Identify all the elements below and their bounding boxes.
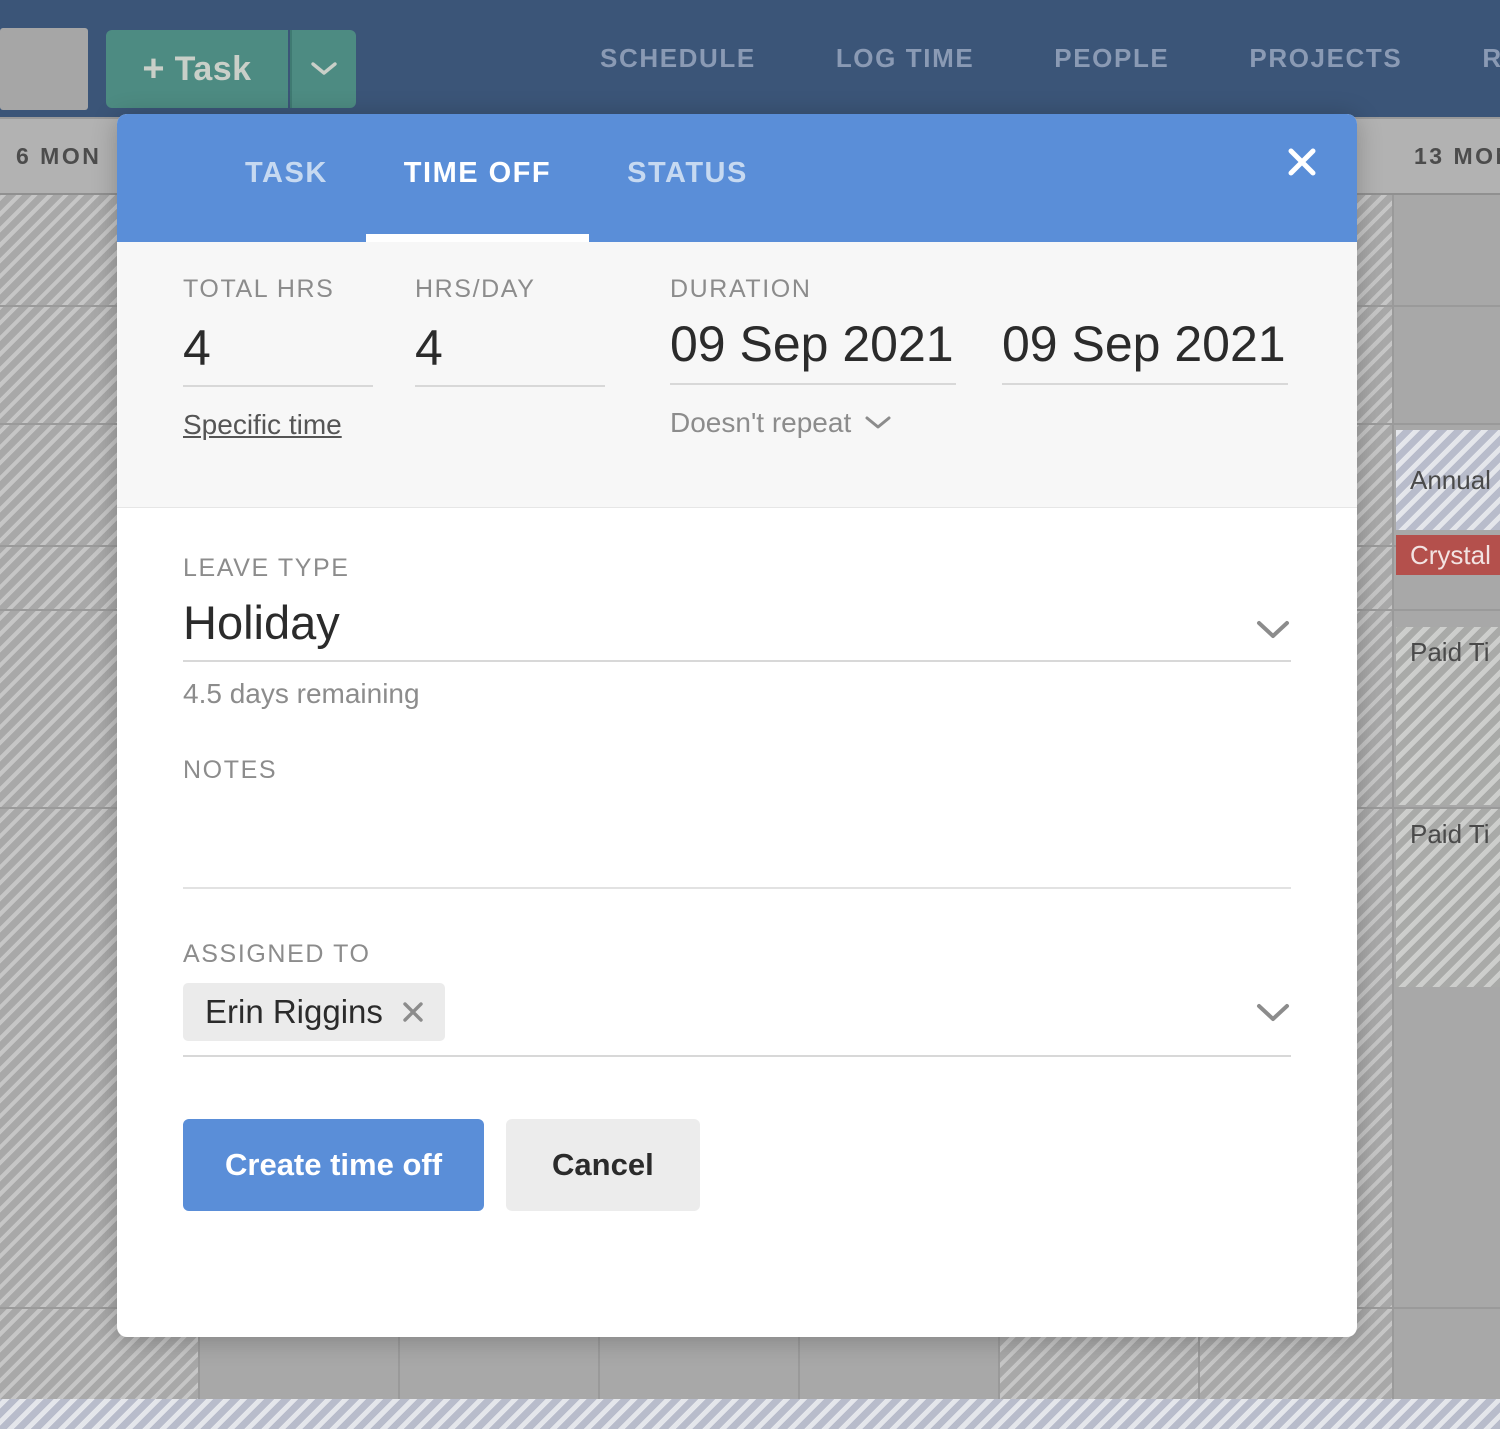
calendar-entry-label: Annual [1410, 465, 1491, 496]
close-icon[interactable] [399, 998, 427, 1026]
repeat-label: Doesn't repeat [670, 407, 851, 439]
start-date-input[interactable]: 09 Sep 2021 [670, 318, 956, 385]
chevron-down-icon [1255, 1001, 1291, 1023]
chevron-down-icon [1255, 618, 1291, 640]
chevron-down-icon [865, 415, 891, 430]
nav-items: SCHEDULE LOG TIME PEOPLE PROJECTS R [560, 0, 1500, 117]
assigned-to-section: ASSIGNED TO Erin Riggins [183, 940, 1291, 1057]
hrs-per-day-label: HRS/DAY [415, 275, 605, 304]
calendar-entry-label: Paid Ti [1410, 637, 1490, 668]
time-off-modal: TASK TIME OFF STATUS TOTAL HRS 4 Specifi… [117, 114, 1357, 1337]
summary-fields-band: TOTAL HRS 4 Specific time HRS/DAY 4 DURA… [117, 242, 1357, 508]
assignee-chip[interactable]: Erin Riggins [183, 983, 445, 1041]
total-hrs-field: TOTAL HRS 4 Specific time [183, 275, 373, 441]
calendar-entry-label: Crystal [1410, 540, 1491, 571]
app-root: + Task SCHEDULE LOG TIME PEOPLE PROJECTS… [0, 0, 1500, 1429]
assignee-name: Erin Riggins [205, 993, 383, 1031]
notes-input[interactable] [183, 797, 1291, 889]
cancel-button[interactable]: Cancel [506, 1119, 700, 1211]
logo-placeholder[interactable] [0, 28, 88, 110]
add-task-label: Task [175, 50, 252, 89]
calendar-entry-label: Paid Ti [1410, 819, 1490, 850]
modal-header: TASK TIME OFF STATUS [117, 114, 1357, 242]
day-header-6-mon: 6 MON [16, 143, 101, 170]
duration-field: DURATION 09 Sep 2021 09 Sep 2021 Doesn't… [670, 275, 1290, 439]
total-hrs-input[interactable]: 4 [183, 322, 373, 387]
nav-item-schedule[interactable]: SCHEDULE [560, 43, 796, 74]
notes-section: NOTES [183, 756, 1291, 894]
start-date-value: 09 Sep 2021 [670, 316, 954, 372]
add-task-dropdown-button[interactable] [290, 30, 356, 108]
duration-dates-row: 09 Sep 2021 09 Sep 2021 [670, 318, 1290, 385]
modal-tabs: TASK TIME OFF STATUS [207, 114, 786, 242]
nav-item-log-time[interactable]: LOG TIME [796, 43, 1014, 74]
leave-type-helper: 4.5 days remaining [183, 678, 1291, 710]
modal-body: LEAVE TYPE Holiday 4.5 days remaining NO… [117, 554, 1357, 1231]
assigned-to-label: ASSIGNED TO [183, 940, 1291, 969]
hrs-per-day-input[interactable]: 4 [415, 322, 605, 387]
end-date-value: 09 Sep 2021 [1002, 316, 1286, 372]
calendar-entry-paid-1[interactable]: Paid Ti [1396, 627, 1500, 805]
plus-icon: + [142, 50, 164, 88]
chevron-down-icon [311, 61, 337, 77]
schedule-bottom-strip [0, 1399, 1500, 1429]
top-navigation-bar: + Task SCHEDULE LOG TIME PEOPLE PROJECTS… [0, 0, 1500, 117]
modal-actions: Create time off Cancel [183, 1119, 1291, 1231]
day-header-13-mon: 13 MON [1414, 143, 1500, 170]
leave-type-label: LEAVE TYPE [183, 554, 1291, 583]
total-hrs-label: TOTAL HRS [183, 275, 373, 304]
calendar-entry-paid-2[interactable]: Paid Ti [1396, 809, 1500, 987]
create-time-off-button[interactable]: Create time off [183, 1119, 484, 1211]
end-date-input[interactable]: 09 Sep 2021 [1002, 318, 1288, 385]
notes-label: NOTES [183, 756, 1291, 785]
nav-item-people[interactable]: PEOPLE [1014, 43, 1209, 74]
tab-time-off[interactable]: TIME OFF [366, 157, 589, 242]
hrs-per-day-field: HRS/DAY 4 [415, 275, 605, 387]
tab-status[interactable]: STATUS [589, 157, 786, 242]
close-icon [1284, 144, 1320, 180]
duration-label: DURATION [670, 275, 1290, 304]
tab-task[interactable]: TASK [207, 157, 366, 242]
calendar-entry-annual[interactable]: Annual [1396, 430, 1500, 530]
assigned-to-select[interactable]: Erin Riggins [183, 983, 1291, 1057]
nav-item-projects[interactable]: PROJECTS [1209, 43, 1442, 74]
leave-type-section: LEAVE TYPE Holiday 4.5 days remaining [183, 554, 1291, 710]
specific-time-link[interactable]: Specific time [183, 409, 342, 440]
leave-type-select[interactable]: Holiday [183, 595, 1291, 662]
grid-column-divider [1392, 117, 1394, 1429]
add-task-button[interactable]: + Task [106, 30, 288, 108]
calendar-entry-named[interactable]: Crystal [1396, 535, 1500, 575]
repeat-dropdown[interactable]: Doesn't repeat [670, 407, 891, 439]
nav-item-overflow[interactable]: R [1442, 43, 1500, 74]
close-modal-button[interactable] [1272, 132, 1332, 192]
leave-type-value: Holiday [183, 595, 340, 650]
